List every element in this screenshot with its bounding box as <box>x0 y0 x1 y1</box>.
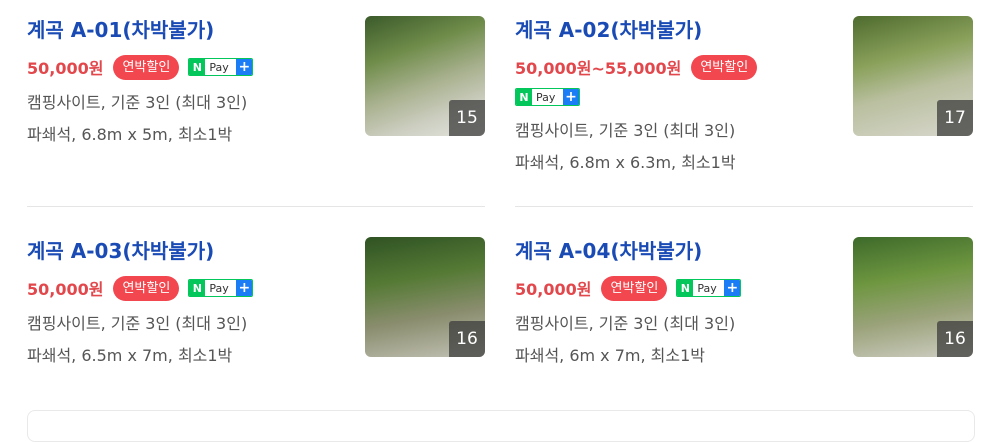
multi-night-discount-badge: 연박할인 <box>601 275 668 301</box>
naver-pay-badge: N Pay + <box>188 58 254 76</box>
listing-price: 50,000원 <box>515 280 592 299</box>
listing-capacity: 캠핑사이트, 기준 3인 (최대 3인) <box>27 314 248 333</box>
listing-details: 파쇄석, 6.8m x 6.3m, 최소1박 <box>515 153 736 172</box>
pay-label: Pay <box>536 90 556 104</box>
price-row: 50,000원~55,000원 연박할인 <box>515 54 758 80</box>
price-row: 50,000원 연박할인 N Pay + <box>27 54 254 80</box>
listing-card[interactable]: 계곡 A-04(차박불가) 50,000원 연박할인 N Pay + 캠핑사이트… <box>515 237 973 365</box>
photo-count: 17 <box>937 100 973 136</box>
pay-label: Pay <box>209 60 229 74</box>
naver-n-icon: N <box>189 280 206 296</box>
listing-photo[interactable]: 16 <box>365 237 485 357</box>
multi-night-discount-badge: 연박할인 <box>113 275 180 301</box>
plus-icon: + <box>563 89 579 105</box>
listing-title[interactable]: 계곡 A-02(차박불가) <box>515 16 702 44</box>
plus-icon: + <box>724 280 741 296</box>
listing-details: 파쇄석, 6m x 7m, 최소1박 <box>515 346 706 365</box>
pay-label: Pay <box>209 281 229 295</box>
listing-capacity: 캠핑사이트, 기준 3인 (최대 3인) <box>515 121 736 140</box>
listing-photo[interactable]: 16 <box>853 237 973 357</box>
divider <box>27 206 485 207</box>
plus-icon: + <box>236 59 253 75</box>
listing-price: 50,000원 <box>27 59 104 78</box>
price-row: 50,000원 연박할인 N Pay + <box>27 275 254 301</box>
listing-card[interactable]: 계곡 A-01(차박불가) 50,000원 연박할인 N Pay + 캠핑사이트… <box>27 16 485 144</box>
divider <box>515 206 973 207</box>
listing-title[interactable]: 계곡 A-04(차박불가) <box>515 237 702 265</box>
multi-night-discount-badge: 연박할인 <box>691 54 758 80</box>
listing-price: 50,000원~55,000원 <box>515 59 682 78</box>
plus-icon: + <box>236 280 253 296</box>
multi-night-discount-badge: 연박할인 <box>113 54 180 80</box>
listing-card[interactable]: 계곡 A-02(차박불가) 50,000원~55,000원 연박할인 N Pay… <box>515 16 973 172</box>
naver-n-icon: N <box>677 280 694 296</box>
naver-n-icon: N <box>189 59 206 75</box>
listing-price: 50,000원 <box>27 280 104 299</box>
listing-title[interactable]: 계곡 A-03(차박불가) <box>27 237 214 265</box>
naver-pay-badge: N Pay + <box>188 279 254 297</box>
price-row: 50,000원 연박할인 N Pay + <box>515 275 742 301</box>
naver-pay-badge: N Pay + <box>676 279 742 297</box>
naver-n-icon: N <box>516 89 532 105</box>
listing-details: 파쇄석, 6.8m x 5m, 최소1박 <box>27 125 233 144</box>
photo-count: 16 <box>449 321 485 357</box>
listing-capacity: 캠핑사이트, 기준 3인 (최대 3인) <box>27 93 248 112</box>
naver-pay-badge: N Pay + <box>515 88 580 106</box>
photo-count: 15 <box>449 100 485 136</box>
listing-photo[interactable]: 17 <box>853 16 973 136</box>
listing-title[interactable]: 계곡 A-01(차박불가) <box>27 16 214 44</box>
listing-photo[interactable]: 15 <box>365 16 485 136</box>
listing-capacity: 캠핑사이트, 기준 3인 (최대 3인) <box>515 314 736 333</box>
listing-card[interactable]: 계곡 A-03(차박불가) 50,000원 연박할인 N Pay + 캠핑사이트… <box>27 237 485 365</box>
photo-count: 16 <box>937 321 973 357</box>
listing-details: 파쇄석, 6.5m x 7m, 최소1박 <box>27 346 233 365</box>
pay-label: Pay <box>697 281 717 295</box>
next-section-card <box>27 410 975 442</box>
